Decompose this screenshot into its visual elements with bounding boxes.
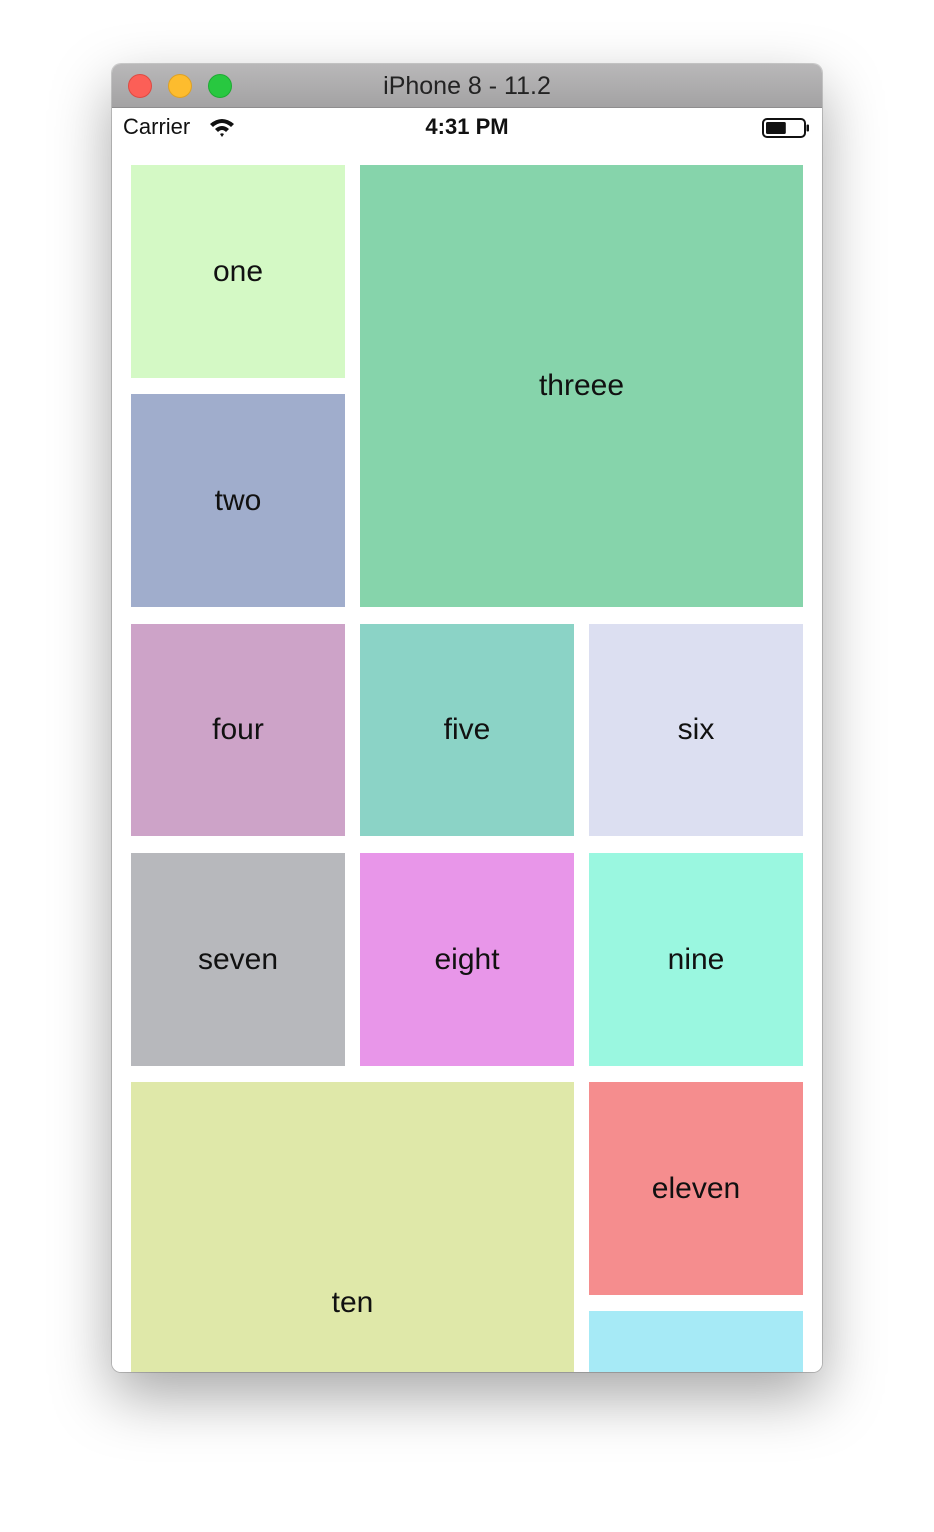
battery-level-fill [766, 122, 786, 134]
tile-four[interactable]: four [131, 624, 345, 836]
tile-nine[interactable]: nine [589, 853, 803, 1066]
tile-label: threee [538, 369, 625, 402]
tile-label: eight [434, 942, 500, 976]
tile-eight[interactable]: eight [360, 853, 574, 1066]
title-bar[interactable]: iPhone 8 - 11.2 [112, 64, 822, 108]
tile-five[interactable]: five [360, 624, 574, 836]
tile-label: five [443, 713, 491, 746]
tile-label: four [212, 713, 264, 746]
tile-ten[interactable]: ten [131, 1082, 574, 1372]
tile-six[interactable]: six [589, 624, 803, 836]
tile-label: six [677, 713, 715, 746]
tile-two[interactable]: two [131, 394, 345, 607]
collection-view[interactable]: one two threee four five six seven eight… [112, 148, 822, 1372]
tile-label: seven [197, 942, 279, 976]
status-time: 4:31 PM [425, 114, 509, 139]
tile-threee[interactable]: threee [360, 165, 803, 607]
simulator-window: iPhone 8 - 11.2 Carrier 4:31 PM one two … [112, 64, 822, 1372]
tile-label: one [212, 254, 264, 288]
status-bar: Carrier 4:31 PM [112, 108, 822, 148]
tile-label: ten [331, 1286, 374, 1319]
tile-seven[interactable]: seven [131, 853, 345, 1066]
tile-eleven[interactable]: eleven [589, 1082, 803, 1295]
tile-label: eleven [651, 1171, 741, 1205]
tile-one[interactable]: one [131, 165, 345, 378]
tile-label: nine [667, 942, 725, 976]
battery-icon [762, 118, 809, 138]
tile-twelve[interactable] [589, 1311, 803, 1372]
window-title: iPhone 8 - 11.2 [383, 72, 551, 100]
tile-label: two [214, 483, 262, 517]
